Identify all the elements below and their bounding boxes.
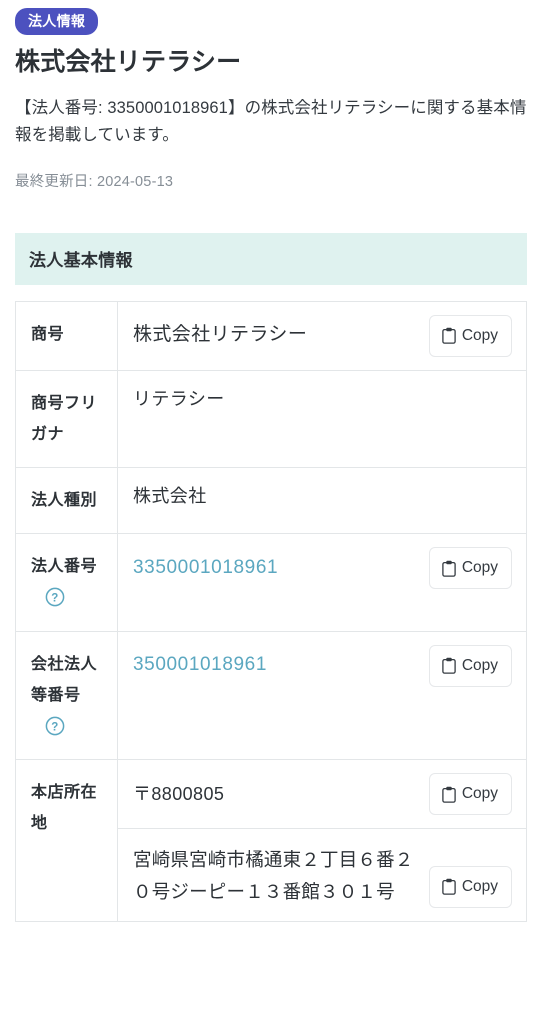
clipboard-icon <box>442 560 456 577</box>
row-label-corporate-number: 法人番号 ? <box>15 533 118 632</box>
question-circle-icon[interactable]: ? <box>45 587 65 607</box>
table-row: 本店所在地 〒8800805 Copy 宮崎県宮崎市橘通東２丁目６番２０号ジーピ… <box>15 759 527 922</box>
svg-text:?: ? <box>51 593 59 605</box>
copy-button-label: Copy <box>461 656 498 674</box>
row-label-trade-name-kana: 商号フリガナ <box>15 370 118 468</box>
trade-name-value: 株式会社リテラシー <box>133 324 308 346</box>
row-value-corporate-number: 3350001018961 Copy <box>118 534 527 631</box>
copy-button-label: Copy <box>461 326 498 344</box>
table-row: 商号 株式会社リテラシー Copy <box>15 301 527 371</box>
cell-content: リテラシー <box>118 371 526 428</box>
copy-button-address[interactable]: Copy <box>428 865 512 908</box>
table-row: 商号フリガナ リテラシー <box>15 370 527 468</box>
cell-content: 株式会社 <box>118 468 526 525</box>
cell-content: 3350001018961 Copy <box>118 534 526 602</box>
row-value-corporate-type: 株式会社 <box>118 468 527 534</box>
corporate-type-value: 株式会社 <box>133 486 207 507</box>
copy-button-company-number[interactable]: Copy <box>428 644 512 687</box>
section-heading-basic-info: 法人基本情報 <box>15 232 527 285</box>
category-badge: 法人情報 <box>15 8 99 35</box>
copy-button-postal-code[interactable]: Copy <box>428 773 512 816</box>
cell-content: 350001018961 Copy <box>118 632 526 700</box>
corporate-info-page: 法人情報 株式会社リテラシー 【法人番号: 3350001018961】の株式会… <box>0 0 542 1024</box>
row-label-head-office: 本店所在地 <box>15 759 118 922</box>
page-header: 法人情報 株式会社リテラシー 【法人番号: 3350001018961】の株式会… <box>0 0 542 191</box>
copy-button-trade-name[interactable]: Copy <box>428 314 512 357</box>
copy-button-corporate-number[interactable]: Copy <box>428 547 512 590</box>
postal-code-value: 〒8800805 <box>133 783 225 804</box>
copy-button-label: Copy <box>461 559 498 577</box>
clipboard-icon <box>442 878 456 896</box>
address-value: 宮崎県宮崎市橘通東２丁目６番２０号ジーピー１３番館３０１号 <box>133 849 414 902</box>
row-value-trade-name: 株式会社リテラシー Copy <box>118 301 527 370</box>
table-row: 会社法人等番号 ? 350001018961 Copy <box>15 631 527 760</box>
copy-button-label: Copy <box>461 877 498 895</box>
svg-text:?: ? <box>51 721 59 733</box>
last-updated-label: 最終更新日: 2024-05-13 <box>15 173 174 190</box>
company-number-link[interactable]: 350001018961 <box>133 651 267 680</box>
cell-content-postal-code: 〒8800805 Copy <box>118 760 526 830</box>
corporate-number-link[interactable]: 3350001018961 <box>133 554 278 583</box>
row-label-trade-name: 商号 <box>15 301 118 371</box>
table-row: 法人種別 株式会社 <box>15 467 527 534</box>
trade-name-kana-value: リテラシー <box>133 388 225 409</box>
table-row: 法人番号 ? 3350001018961 Copy <box>15 533 527 632</box>
corporate-basic-info-table: 商号 株式会社リテラシー Copy 商号フリガナ リテラシー 法人種別 株式会社… <box>15 300 527 922</box>
clipboard-icon <box>442 786 456 803</box>
copy-button-label: Copy <box>461 785 498 803</box>
clipboard-icon <box>442 657 456 674</box>
row-value-head-office: 〒8800805 Copy 宮崎県宮崎市橘通東２丁目６番２０号ジーピー１３番館３… <box>118 760 527 922</box>
row-label-corporate-type: 法人種別 <box>15 467 118 534</box>
row-value-company-number: 350001018961 Copy <box>118 631 527 760</box>
cell-content-address: 宮崎県宮崎市橘通東２丁目６番２０号ジーピー１３番館３０１号 Copy <box>118 829 526 921</box>
page-description: 【法人番号: 3350001018961】の株式会社リテラシーに関する基本情報を… <box>15 99 527 144</box>
clipboard-icon <box>442 327 456 344</box>
row-label-text: 会社法人等番号 <box>31 655 98 704</box>
page-title: 株式会社リテラシー <box>15 48 242 76</box>
row-label-text: 法人番号 <box>31 558 98 576</box>
row-label-company-number: 会社法人等番号 ? <box>15 631 118 760</box>
question-circle-icon[interactable]: ? <box>45 716 65 736</box>
cell-content: 株式会社リテラシー Copy <box>118 302 526 370</box>
row-value-trade-name-kana: リテラシー <box>118 370 527 467</box>
